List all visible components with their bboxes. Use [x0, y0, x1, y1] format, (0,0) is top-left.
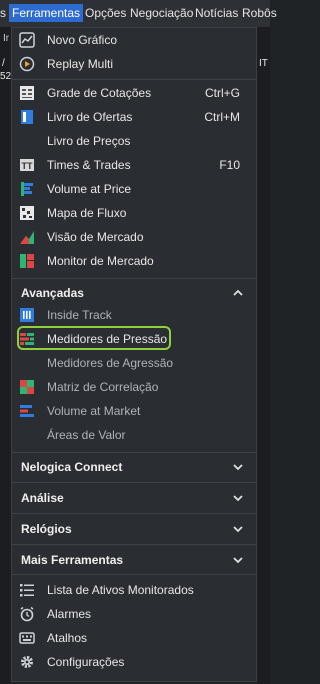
menu-item-label: Medidores de Agressão	[47, 356, 174, 370]
highlight-outline	[17, 326, 171, 350]
menu-item-livro-ofertas[interactable]: Livro de Ofertas Ctrl+M	[12, 105, 256, 129]
chevron-up-icon	[233, 289, 243, 296]
market-monitor-icon	[20, 254, 34, 268]
background-fragment: /	[2, 58, 5, 69]
menu-item-label: Replay Multi	[47, 57, 114, 71]
section-avancadas[interactable]: Avançadas	[12, 281, 256, 305]
shortcut-label: Ctrl+G	[204, 86, 240, 100]
list-icon	[20, 584, 34, 597]
chart-line-icon	[19, 32, 35, 48]
shortcut-label: Ctrl+M	[204, 110, 240, 124]
separator	[12, 452, 256, 453]
menu-opcoes[interactable]: Opções	[85, 6, 126, 20]
menu-item-visao-mercado[interactable]: Visão de Mercado	[12, 225, 256, 249]
shortcut-label: F10	[219, 158, 240, 172]
menu-item-mapa-fluxo[interactable]: Mapa de Fluxo	[12, 201, 256, 225]
menu-item-label: Áreas de Valor	[47, 428, 126, 442]
menu-item-matriz-correlacao[interactable]: Matriz de Correlação	[12, 375, 256, 399]
replay-icon	[19, 56, 35, 72]
section-title: Análise	[21, 491, 64, 505]
background-right-panel	[257, 28, 270, 684]
inside-track-icon	[20, 308, 34, 322]
market-view-icon	[20, 231, 34, 244]
separator	[12, 79, 256, 80]
menu-item-label: Livro de Preços	[47, 134, 131, 148]
menu-item-alarmes[interactable]: Alarmes	[12, 602, 256, 626]
menu-robos[interactable]: Robôs	[242, 6, 277, 20]
menu-item-configuracoes[interactable]: Configurações	[12, 650, 256, 674]
quote-grid-icon	[20, 86, 34, 100]
background-fragment: IT	[259, 58, 268, 69]
menu-item-label: Lista de Ativos Monitorados	[47, 583, 194, 597]
menu-negociacao[interactable]: Negociação	[130, 6, 193, 20]
chevron-down-icon	[233, 526, 243, 533]
chevron-down-icon	[233, 495, 243, 502]
menu-item-label: Mapa de Fluxo	[47, 206, 127, 220]
ferramentas-dropdown: Novo Gráfico Replay Multi Grade de Cotaç…	[11, 27, 257, 682]
menu-item-label: Configurações	[47, 655, 125, 669]
section-relogios[interactable]: Relógios	[12, 517, 256, 541]
separator	[12, 278, 256, 279]
menu-item-volume-at-price[interactable]: Volume at Price	[12, 177, 256, 201]
menu-noticias[interactable]: Notícias	[195, 6, 238, 20]
menu-item-label: Novo Gráfico	[47, 33, 118, 47]
menu-item-label: Livro de Ofertas	[47, 110, 133, 124]
section-analise[interactable]: Análise	[12, 486, 256, 510]
chevron-down-icon	[233, 464, 243, 471]
section-title: Relógios	[21, 522, 72, 536]
menu-item-lista-ativos[interactable]: Lista de Ativos Monitorados	[12, 578, 256, 602]
svg-text:TT: TT	[22, 161, 33, 171]
menu-item-replay-multi[interactable]: Replay Multi	[12, 52, 256, 76]
volume-at-market-icon	[20, 405, 34, 417]
menu-item-monitor-mercado[interactable]: Monitor de Mercado	[12, 249, 256, 273]
menu-item-atalhos[interactable]: Atalhos	[12, 626, 256, 650]
menu-item-label: Inside Track	[47, 308, 112, 322]
menu-item-label: Alarmes	[47, 607, 92, 621]
menu-item-grade-cotacoes[interactable]: Grade de Cotações Ctrl+G	[12, 81, 256, 105]
separator	[12, 544, 256, 545]
section-title: Nelogica Connect	[21, 460, 123, 474]
alarm-clock-icon	[20, 606, 34, 622]
flow-map-icon	[20, 206, 34, 220]
menu-item-novo-grafico[interactable]: Novo Gráfico	[12, 28, 256, 52]
section-nelogica-connect[interactable]: Nelogica Connect	[12, 455, 256, 479]
keyboard-icon	[19, 632, 35, 644]
menu-item-label: Grade de Cotações	[47, 86, 152, 100]
separator	[12, 513, 256, 514]
correlation-matrix-icon	[20, 380, 34, 394]
menu-item-label: Times & Trades	[47, 158, 131, 172]
volume-at-price-icon	[21, 182, 33, 196]
background-fragment: 52	[0, 71, 12, 82]
order-book-icon	[21, 110, 33, 124]
chevron-down-icon	[233, 557, 243, 564]
menu-item-label: Atalhos	[47, 631, 88, 645]
menu-item-areas-valor[interactable]: Áreas de Valor	[12, 423, 256, 447]
section-title: Mais Ferramentas	[21, 553, 124, 567]
times-trades-icon: TT	[20, 159, 34, 171]
section-title: Avançadas	[21, 286, 84, 300]
section-mais-ferramentas[interactable]: Mais Ferramentas	[12, 548, 256, 572]
separator	[12, 574, 256, 575]
separator	[12, 482, 256, 483]
menu-item-label: Visão de Mercado	[47, 230, 144, 244]
menu-item-label: Matriz de Correlação	[47, 380, 159, 394]
menu-bar: s Ferramentas Opções Negociação Notícias…	[0, 0, 277, 28]
menu-item-livro-precos[interactable]: Livro de Preços	[12, 129, 256, 153]
menu-ferramentas[interactable]: Ferramentas	[9, 4, 84, 22]
gear-icon	[21, 656, 33, 668]
background-left-panel	[0, 28, 11, 684]
menu-robots-prev[interactable]: s	[0, 6, 6, 20]
menu-item-label: Volume at Market	[47, 404, 141, 418]
menu-item-medidores-agressao[interactable]: Medidores de Agressão	[12, 351, 256, 375]
menu-item-times-trades[interactable]: TT Times & Trades F10	[12, 153, 256, 177]
menu-item-inside-track[interactable]: Inside Track	[12, 303, 256, 327]
menu-item-label: Volume at Price	[47, 182, 132, 196]
menu-item-label: Monitor de Mercado	[47, 254, 154, 268]
menu-item-volume-at-market[interactable]: Volume at Market	[12, 399, 256, 423]
background-fragment: Ir	[3, 33, 10, 44]
